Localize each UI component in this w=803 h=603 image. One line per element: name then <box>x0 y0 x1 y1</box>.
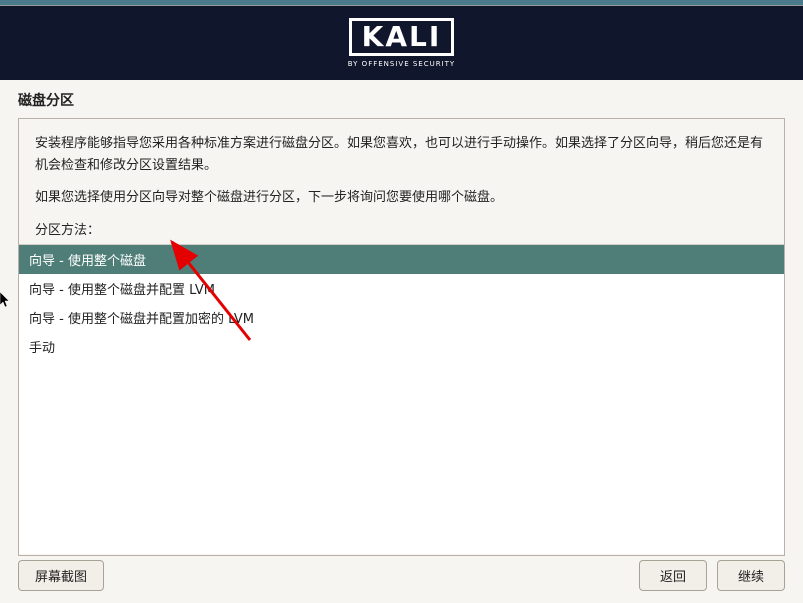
content-panel: 安装程序能够指导您采用各种标准方案进行磁盘分区。如果您喜欢，也可以进行手动操作。… <box>18 118 785 556</box>
logo-sub-text: BY OFFENSIVE SECURITY <box>348 60 455 68</box>
option-guided-lvm[interactable]: 向导 - 使用整个磁盘并配置 LVM <box>19 274 784 303</box>
option-manual[interactable]: 手动 <box>19 332 784 361</box>
description-text-1: 安装程序能够指导您采用各种标准方案进行磁盘分区。如果您喜欢，也可以进行手动操作。… <box>19 119 784 181</box>
cursor-icon <box>0 292 12 312</box>
header-banner: KALI BY OFFENSIVE SECURITY <box>0 6 803 80</box>
partition-method-list: 向导 - 使用整个磁盘 向导 - 使用整个磁盘并配置 LVM 向导 - 使用整个… <box>19 244 784 554</box>
logo-main-text: KALI <box>349 18 455 56</box>
continue-button[interactable]: 继续 <box>717 560 785 591</box>
kali-logo: KALI BY OFFENSIVE SECURITY <box>348 18 455 68</box>
back-button[interactable]: 返回 <box>639 560 707 591</box>
option-guided-encrypted-lvm[interactable]: 向导 - 使用整个磁盘并配置加密的 LVM <box>19 303 784 332</box>
option-guided-whole-disk[interactable]: 向导 - 使用整个磁盘 <box>19 245 784 274</box>
partition-method-label: 分区方法： <box>19 213 784 240</box>
button-bar: 屏幕截图 返回 继续 <box>0 550 803 603</box>
description-text-2: 如果您选择使用分区向导对整个磁盘进行分区，下一步将询问您要使用哪个磁盘。 <box>19 181 784 213</box>
page-title: 磁盘分区 <box>0 80 803 118</box>
screenshot-button[interactable]: 屏幕截图 <box>18 560 104 591</box>
